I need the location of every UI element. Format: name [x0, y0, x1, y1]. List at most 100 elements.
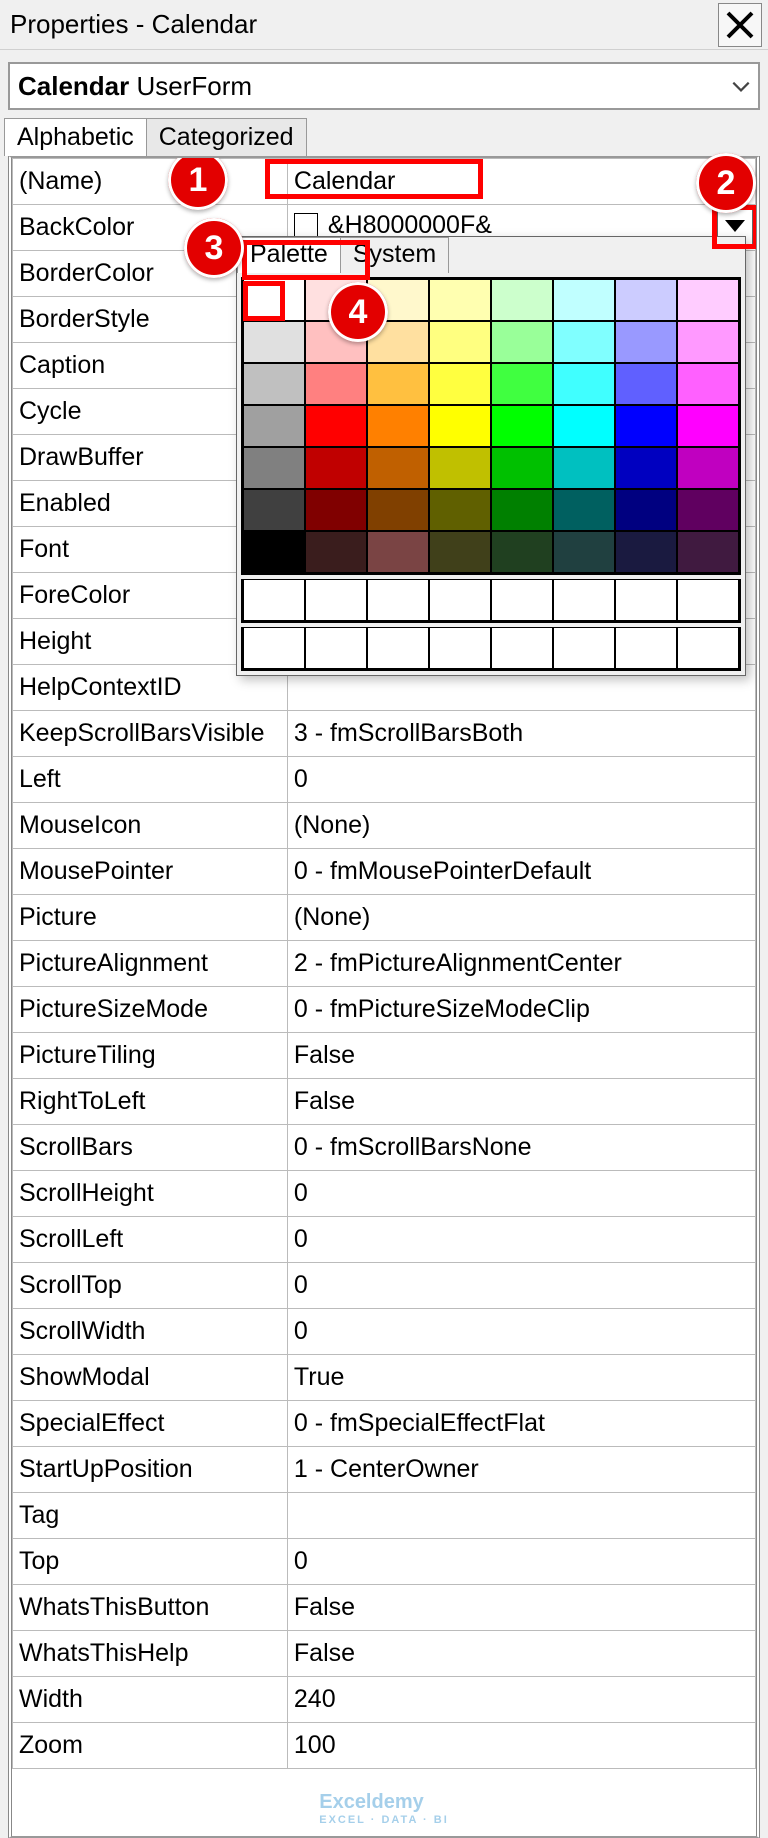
property-value[interactable]: [287, 1493, 755, 1539]
palette-color[interactable]: [491, 279, 553, 321]
property-value[interactable]: 100: [287, 1723, 755, 1769]
property-value[interactable]: 0 - fmPictureSizeModeClip: [287, 987, 755, 1033]
palette-color[interactable]: [677, 363, 739, 405]
palette-color[interactable]: [367, 531, 429, 573]
custom-color-slot[interactable]: [615, 579, 677, 621]
palette-color[interactable]: [243, 279, 305, 321]
watermark: Exceldemy EXCEL · DATA · BI: [319, 1791, 449, 1826]
palette-color[interactable]: [615, 405, 677, 447]
palette-color[interactable]: [615, 321, 677, 363]
property-value[interactable]: False: [287, 1079, 755, 1125]
palette-color[interactable]: [677, 321, 739, 363]
palette-color[interactable]: [429, 279, 491, 321]
tab-categorized[interactable]: Categorized: [146, 118, 307, 156]
palette-color[interactable]: [677, 405, 739, 447]
property-value[interactable]: 0 - fmMousePointerDefault: [287, 849, 755, 895]
palette-color[interactable]: [429, 321, 491, 363]
property-value[interactable]: 0 - fmSpecialEffectFlat: [287, 1401, 755, 1447]
custom-color-slot[interactable]: [305, 627, 367, 669]
property-value[interactable]: False: [287, 1631, 755, 1677]
palette-color[interactable]: [677, 447, 739, 489]
custom-color-slot[interactable]: [429, 627, 491, 669]
palette-color[interactable]: [305, 489, 367, 531]
palette-color[interactable]: [243, 447, 305, 489]
custom-color-slot[interactable]: [243, 579, 305, 621]
palette-color[interactable]: [615, 363, 677, 405]
custom-color-slot[interactable]: [615, 627, 677, 669]
property-value[interactable]: False: [287, 1585, 755, 1631]
tab-alphabetic[interactable]: Alphabetic: [4, 118, 147, 156]
property-value[interactable]: 240: [287, 1677, 755, 1723]
palette-color[interactable]: [491, 405, 553, 447]
palette-color[interactable]: [243, 405, 305, 447]
palette-color[interactable]: [305, 405, 367, 447]
property-value[interactable]: (None): [287, 803, 755, 849]
palette-color[interactable]: [553, 321, 615, 363]
palette-color[interactable]: [491, 321, 553, 363]
palette-color[interactable]: [491, 363, 553, 405]
custom-color-slot[interactable]: [305, 579, 367, 621]
property-value[interactable]: 1 - CenterOwner: [287, 1447, 755, 1493]
palette-color[interactable]: [553, 363, 615, 405]
palette-color[interactable]: [243, 489, 305, 531]
custom-color-slot[interactable]: [553, 579, 615, 621]
palette-color[interactable]: [677, 531, 739, 573]
property-value[interactable]: True: [287, 1355, 755, 1401]
palette-color[interactable]: [243, 363, 305, 405]
property-value[interactable]: 0: [287, 757, 755, 803]
object-selector[interactable]: Calendar UserForm: [8, 62, 760, 110]
property-value[interactable]: 2 - fmPictureAlignmentCenter: [287, 941, 755, 987]
palette-color[interactable]: [615, 279, 677, 321]
palette-color[interactable]: [553, 489, 615, 531]
custom-color-slot[interactable]: [491, 627, 553, 669]
property-value[interactable]: 0: [287, 1539, 755, 1585]
palette-color[interactable]: [615, 531, 677, 573]
custom-color-slot[interactable]: [491, 579, 553, 621]
palette-color[interactable]: [305, 363, 367, 405]
palette-color[interactable]: [491, 489, 553, 531]
property-value[interactable]: (None): [287, 895, 755, 941]
custom-color-slot[interactable]: [553, 627, 615, 669]
palette-color[interactable]: [367, 489, 429, 531]
system-tab[interactable]: System: [340, 237, 449, 273]
palette-color[interactable]: [553, 405, 615, 447]
palette-tab[interactable]: Palette: [237, 237, 341, 273]
property-row: WhatsThisHelpFalse: [13, 1631, 756, 1677]
palette-color[interactable]: [677, 279, 739, 321]
palette-color[interactable]: [491, 447, 553, 489]
palette-color[interactable]: [615, 489, 677, 531]
custom-color-slot[interactable]: [677, 627, 739, 669]
close-button[interactable]: [718, 3, 762, 47]
palette-color[interactable]: [305, 531, 367, 573]
palette-color[interactable]: [677, 489, 739, 531]
custom-color-slot[interactable]: [367, 579, 429, 621]
property-value[interactable]: Calendar: [287, 159, 755, 205]
palette-color[interactable]: [367, 405, 429, 447]
property-value[interactable]: 0: [287, 1309, 755, 1355]
custom-color-slot[interactable]: [367, 627, 429, 669]
custom-color-slot[interactable]: [429, 579, 491, 621]
palette-color[interactable]: [429, 405, 491, 447]
property-value[interactable]: 3 - fmScrollBarsBoth: [287, 711, 755, 757]
palette-color[interactable]: [367, 363, 429, 405]
palette-color[interactable]: [305, 447, 367, 489]
palette-color[interactable]: [553, 447, 615, 489]
palette-color[interactable]: [429, 447, 491, 489]
palette-color[interactable]: [429, 531, 491, 573]
property-value[interactable]: False: [287, 1033, 755, 1079]
palette-color[interactable]: [243, 321, 305, 363]
custom-color-slot[interactable]: [677, 579, 739, 621]
palette-color[interactable]: [615, 447, 677, 489]
palette-color[interactable]: [367, 447, 429, 489]
property-value[interactable]: 0: [287, 1263, 755, 1309]
custom-color-slot[interactable]: [243, 627, 305, 669]
palette-color[interactable]: [491, 531, 553, 573]
palette-color[interactable]: [553, 279, 615, 321]
palette-color[interactable]: [243, 531, 305, 573]
property-value[interactable]: 0: [287, 1171, 755, 1217]
palette-color[interactable]: [429, 363, 491, 405]
palette-color[interactable]: [553, 531, 615, 573]
property-value[interactable]: 0: [287, 1217, 755, 1263]
palette-color[interactable]: [429, 489, 491, 531]
property-value[interactable]: 0 - fmScrollBarsNone: [287, 1125, 755, 1171]
